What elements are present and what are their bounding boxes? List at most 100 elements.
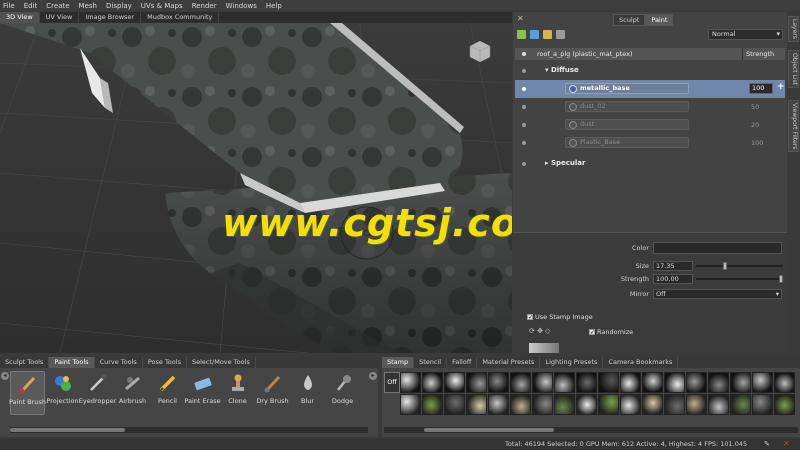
menu-help[interactable]: Help <box>266 2 282 10</box>
stamp-thumbnail[interactable] <box>598 372 619 393</box>
tab-falloff[interactable]: Falloff <box>447 357 478 368</box>
stamp-thumbnail[interactable] <box>598 394 619 415</box>
stamp-thumbnail[interactable] <box>774 372 795 393</box>
menu-render[interactable]: Render <box>192 2 217 10</box>
scrollbar-thumb[interactable] <box>10 428 125 432</box>
stamp-thumbnail[interactable] <box>466 394 487 415</box>
stamp-thumbnail[interactable] <box>642 372 663 393</box>
folder-icon[interactable] <box>543 30 552 39</box>
tool-airbrush[interactable]: Airbrush <box>115 371 150 415</box>
layer-header[interactable]: roof_a_plg (plastic_mat_ptex) Strength <box>515 48 785 60</box>
channel-metallic-base[interactable]: metallic_base <box>565 83 689 94</box>
stamp-thumbnail[interactable] <box>730 394 751 415</box>
visibility-icon[interactable] <box>522 123 526 127</box>
tab-3d-view[interactable]: 3D View <box>0 12 40 23</box>
stamp-thumbnail[interactable] <box>642 394 663 415</box>
size-slider[interactable] <box>696 262 783 270</box>
stamp-off-button[interactable]: Off <box>384 372 400 393</box>
tab-material-presets[interactable]: Material Presets <box>477 357 541 368</box>
stamp-thumbnail[interactable] <box>774 394 795 415</box>
tab-uv-view[interactable]: UV View <box>40 12 80 23</box>
group-specular[interactable]: ▸ Specular <box>515 155 785 173</box>
stamp-thumbnail[interactable] <box>444 394 465 415</box>
menu-windows[interactable]: Windows <box>226 2 257 10</box>
stamp-thumbnail[interactable] <box>554 372 575 393</box>
slider-handle[interactable] <box>722 262 727 270</box>
stamp-thumbnail[interactable] <box>686 372 707 393</box>
stamp-scrollbar[interactable] <box>384 427 798 433</box>
stamp-transform-icons[interactable]: ⟳ ✥ ◇ <box>529 327 551 335</box>
side-tab-viewport-filters[interactable]: Viewport Filters <box>788 100 799 153</box>
stamp-thumbnail[interactable] <box>488 372 509 393</box>
channel-dust[interactable]: dust <box>565 119 689 130</box>
visibility-icon[interactable] <box>522 87 526 91</box>
channel-row-selected[interactable]: metallic_base 100 + <box>515 80 785 98</box>
stamp-thumbnail[interactable] <box>708 394 729 415</box>
color-swatch[interactable] <box>653 242 782 254</box>
tab-select-move-tools[interactable]: Select/Move Tools <box>187 357 256 368</box>
visibility-icon[interactable] <box>522 105 526 109</box>
stamp-thumbnail[interactable] <box>576 394 597 415</box>
stamp-thumbnail[interactable] <box>730 372 751 393</box>
stamp-thumbnail[interactable] <box>708 372 729 393</box>
blend-mode-select[interactable]: Normal <box>708 29 783 40</box>
channel-row[interactable]: dust_02 50 <box>515 98 785 116</box>
stamp-thumbnail[interactable] <box>400 372 421 393</box>
menu-display[interactable]: Display <box>106 2 132 10</box>
menu-uvs-maps[interactable]: UVs & Maps <box>141 2 183 10</box>
tab-curve-tools[interactable]: Curve Tools <box>95 357 143 368</box>
stamp-thumbnail[interactable] <box>466 372 487 393</box>
scroll-right-icon[interactable]: ▸ <box>369 372 377 380</box>
viewcube-widget[interactable] <box>466 37 494 65</box>
stamp-thumbnail[interactable] <box>532 394 553 415</box>
tab-pose-tools[interactable]: Pose Tools <box>143 357 187 368</box>
tool-paint-erase[interactable]: Paint Erase <box>184 371 221 415</box>
tool-projection[interactable]: Projection <box>45 371 80 415</box>
error-icon[interactable]: ✕ <box>783 439 790 448</box>
stamp-thumbnail[interactable] <box>444 372 465 393</box>
wrench-icon[interactable]: ✎ <box>764 440 770 448</box>
scroll-left-icon[interactable]: ◂ <box>1 372 9 380</box>
stamp-thumbnail[interactable] <box>664 394 685 415</box>
slider-handle[interactable] <box>779 275 783 283</box>
stamp-thumbnail[interactable] <box>752 394 773 415</box>
tool-dodge[interactable]: Dodge <box>325 371 360 415</box>
tab-sculpt-tools[interactable]: Sculpt Tools <box>0 357 50 368</box>
tab-stamp[interactable]: Stamp <box>382 357 415 368</box>
stamp-thumbnail[interactable] <box>532 372 553 393</box>
tab-paint-tools[interactable]: Paint Tools <box>49 357 95 368</box>
channel-dust-02[interactable]: dust_02 <box>565 101 689 112</box>
randomize-checkbox[interactable]: ✓ Randomize <box>589 328 633 336</box>
stamp-thumbnail[interactable] <box>554 394 575 415</box>
menu-mesh[interactable]: Mesh <box>79 2 97 10</box>
tab-mudbox-community[interactable]: Mudbox Community <box>141 12 220 23</box>
stamp-thumbnail[interactable] <box>664 372 685 393</box>
stamp-thumbnail[interactable] <box>488 394 509 415</box>
menu-edit[interactable]: Edit <box>24 2 38 10</box>
trash-icon[interactable] <box>556 30 565 39</box>
stamp-thumbnail[interactable] <box>620 372 641 393</box>
mirror-select[interactable]: Off <box>653 289 782 299</box>
close-icon[interactable]: ✕ <box>517 14 524 23</box>
stamp-thumbnail[interactable] <box>576 372 597 393</box>
tool-pencil[interactable]: Pencil <box>150 371 185 415</box>
tab-sculpt[interactable]: Sculpt <box>613 14 646 26</box>
tool-clone[interactable]: Clone <box>220 371 255 415</box>
menu-create[interactable]: Create <box>46 2 69 10</box>
tab-image-browser[interactable]: Image Browser <box>79 12 142 23</box>
side-tab-object-list[interactable]: Object List <box>788 50 799 88</box>
stamp-thumbnail[interactable] <box>422 372 443 393</box>
tab-lighting-presets[interactable]: Lighting Presets <box>540 357 604 368</box>
channel-row[interactable]: Plastic_Base 100 <box>515 134 785 152</box>
stamp-thumbnail[interactable] <box>510 394 531 415</box>
stamp-thumbnail[interactable] <box>422 394 443 415</box>
size-input[interactable]: 17.35 <box>653 261 693 271</box>
visibility-icon[interactable] <box>522 162 526 166</box>
tab-camera-bookmarks[interactable]: Camera Bookmarks <box>603 357 679 368</box>
stamp-thumbnail[interactable] <box>510 372 531 393</box>
channel-plastic-base[interactable]: Plastic_Base <box>565 137 689 148</box>
stamp-thumbnail[interactable] <box>752 372 773 393</box>
group-diffuse[interactable]: ▾ Diffuse <box>515 62 785 80</box>
scrollbar-thumb[interactable] <box>424 428 554 432</box>
stamp-thumbnail[interactable] <box>620 394 641 415</box>
